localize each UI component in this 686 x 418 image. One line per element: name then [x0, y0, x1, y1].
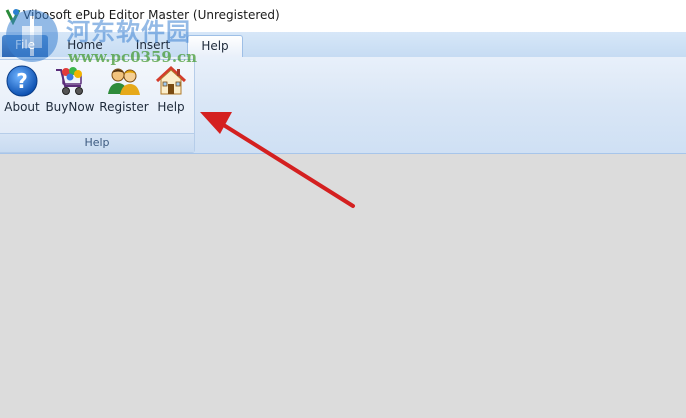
ribbon-group-label: Help: [0, 133, 194, 152]
app-window: Vibosoft ePub Editor Master (Unregistere…: [0, 0, 686, 418]
register-button[interactable]: Register: [98, 64, 150, 120]
question-icon: ?: [5, 64, 39, 98]
svg-text:?: ?: [16, 69, 28, 93]
watermark-url: www.pc0359.cn: [68, 48, 198, 66]
buynow-button-label: BuyNow: [45, 100, 95, 114]
ribbon-group-help: ? About BuyNow Register Help Help: [0, 59, 195, 153]
watermark-logo-icon: [2, 8, 62, 64]
help-button[interactable]: Help: [152, 64, 190, 120]
register-button-label: Register: [99, 100, 149, 114]
users-icon: [107, 64, 141, 98]
home-icon: [154, 64, 188, 98]
about-button[interactable]: ? About: [2, 64, 42, 120]
shopping-cart-icon: [53, 64, 87, 98]
buynow-button[interactable]: BuyNow: [44, 64, 96, 120]
help-button-label: Help: [157, 100, 185, 114]
watermark-text: 河东软件园: [66, 17, 191, 46]
about-button-label: About: [4, 100, 40, 114]
ribbon-panel: ? About BuyNow Register Help Help: [0, 57, 686, 154]
